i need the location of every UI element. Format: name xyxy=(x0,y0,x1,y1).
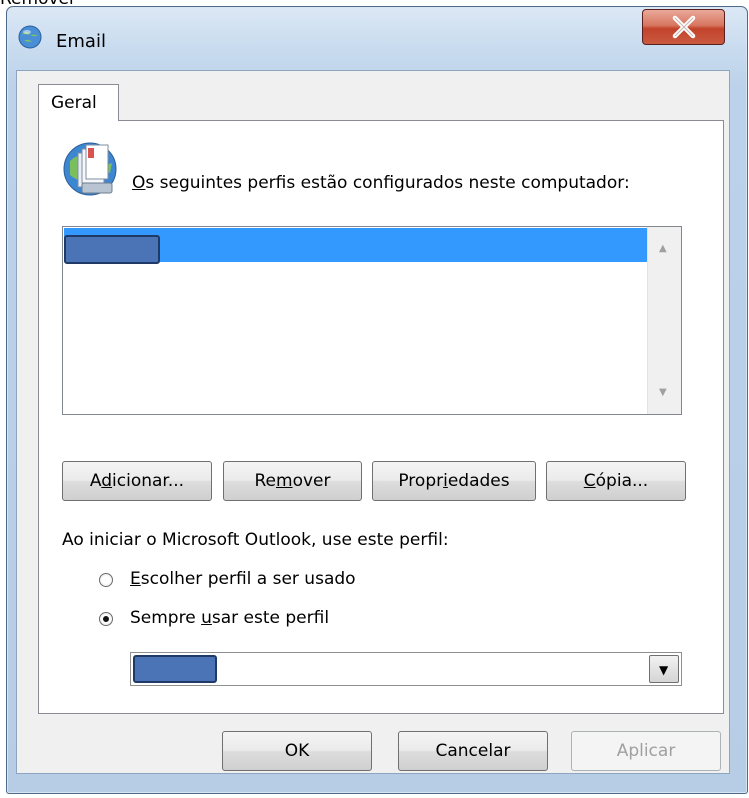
copy-profile-button[interactable]: Cópia... xyxy=(546,461,686,501)
radio-always-use-profile-label[interactable]: Sempre usar este perfil xyxy=(130,608,329,628)
ok-button[interactable]: OK xyxy=(222,731,372,771)
tab-geral[interactable]: Geral xyxy=(38,84,119,121)
radio-selected-dot xyxy=(103,616,109,622)
profiles-label: Os seguintes perfis estão configurados n… xyxy=(132,173,630,193)
properties-button[interactable]: Propriedades xyxy=(372,461,536,501)
close-icon xyxy=(672,15,696,39)
radio-always-use-profile[interactable] xyxy=(99,612,113,626)
add-profile-button[interactable]: Adicionar... xyxy=(62,461,212,501)
profile-combobox[interactable]: ▼ xyxy=(130,652,682,686)
redacted-combo-value xyxy=(133,655,217,683)
profile-list-item-selected[interactable] xyxy=(64,228,649,264)
window-title: Email xyxy=(56,31,106,52)
scroll-up-arrow-icon[interactable]: ▲ xyxy=(659,243,667,254)
mail-profiles-icon xyxy=(63,142,117,196)
tab-label: Geral xyxy=(51,93,97,113)
radio-choose-profile-label[interactable]: Escolher perfil a ser usado xyxy=(130,569,356,589)
profile-list-scrollbar[interactable]: ▲ ▼ xyxy=(647,227,681,414)
redacted-profile-name xyxy=(64,235,160,264)
scroll-down-arrow-icon[interactable]: ▼ xyxy=(659,387,667,398)
combo-dropdown-button[interactable]: ▼ xyxy=(649,655,679,683)
profile-listbox[interactable]: ▲ ▼ xyxy=(62,226,682,415)
remove-profile-button[interactable]: Remover xyxy=(223,461,362,501)
close-button[interactable] xyxy=(642,9,725,45)
startup-profile-label: Ao iniciar o Microsoft Outlook, use este… xyxy=(62,530,449,550)
cancel-button[interactable]: Cancelar xyxy=(398,731,548,771)
chevron-down-icon: ▼ xyxy=(659,663,669,677)
radio-choose-profile[interactable] xyxy=(99,573,113,587)
globe-mail-icon xyxy=(18,25,42,49)
apply-button[interactable]: Aplicar xyxy=(571,731,721,771)
